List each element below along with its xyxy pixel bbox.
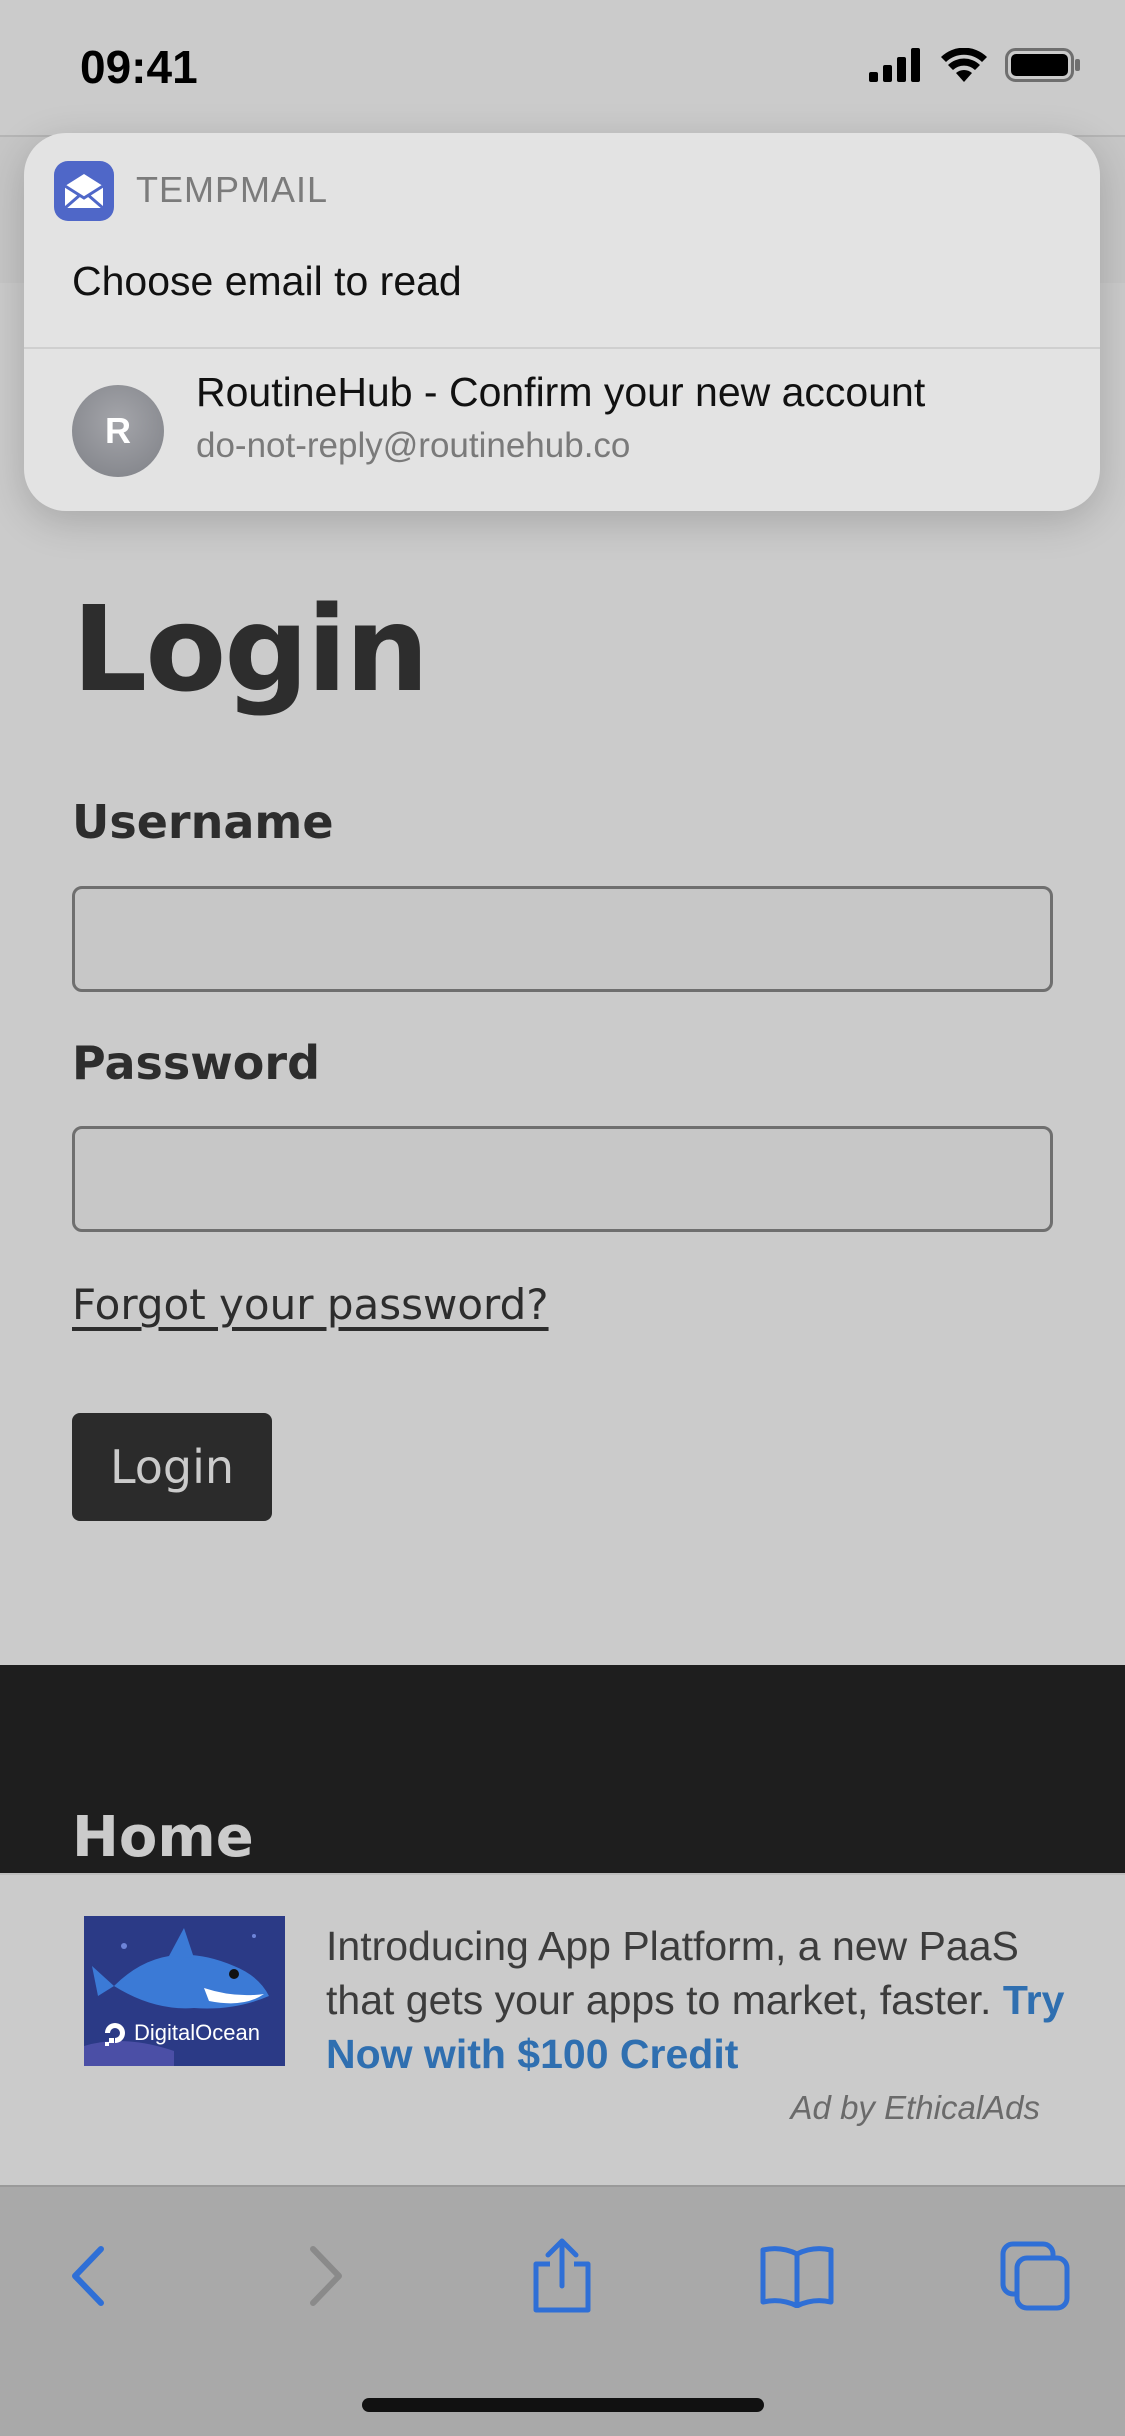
sender-avatar: R	[72, 385, 164, 477]
ad-banner[interactable]: DigitalOcean Introducing App Platform, a…	[0, 1873, 1125, 2185]
notification-app-name: TEMPMAIL	[136, 169, 329, 210]
ad-body: Introducing App Platform, a new PaaS tha…	[326, 1923, 1019, 2023]
share-icon[interactable]	[517, 2231, 607, 2321]
wifi-icon	[941, 48, 987, 82]
signal-icon	[869, 48, 920, 82]
ad-image[interactable]: DigitalOcean	[84, 1916, 285, 2066]
notification-divider	[24, 347, 1100, 349]
password-input[interactable]	[72, 1126, 1053, 1232]
login-button[interactable]: Login	[72, 1413, 272, 1521]
back-icon[interactable]	[42, 2231, 132, 2321]
ad-text: Introducing App Platform, a new PaaS tha…	[326, 1919, 1066, 2081]
status-time: 09:41	[80, 41, 198, 93]
bookmarks-icon[interactable]	[752, 2231, 842, 2321]
notification-title: Choose email to read	[72, 258, 462, 304]
email-sender: do-not-reply@routinehub.co	[196, 426, 631, 465]
username-label: Username	[72, 795, 334, 849]
ad-brand-name: DigitalOcean	[134, 2020, 260, 2045]
status-bar: 09:41	[0, 0, 1125, 135]
ad-credit[interactable]: Ad by EthicalAds	[791, 2089, 1040, 2127]
tabs-icon[interactable]	[990, 2231, 1080, 2321]
footer-home-link[interactable]: Home	[72, 1805, 254, 1870]
password-label: Password	[72, 1036, 320, 1090]
ad-brand: DigitalOcean	[102, 2020, 260, 2046]
page-title: Login	[72, 580, 429, 718]
email-subject[interactable]: RoutineHub - Confirm your new account	[196, 369, 925, 416]
home-indicator[interactable]	[362, 2398, 764, 2412]
battery-icon	[1005, 48, 1080, 82]
forgot-password-link[interactable]: Forgot your password?	[72, 1280, 549, 1329]
site-footer: Home	[0, 1665, 1125, 1875]
username-input[interactable]	[72, 886, 1053, 992]
notification-banner[interactable]: TEMPMAIL Choose email to read R RoutineH…	[24, 133, 1100, 511]
forward-icon[interactable]	[282, 2231, 372, 2321]
envelope-icon	[54, 161, 114, 221]
status-icons	[869, 48, 1081, 82]
digitalocean-logo-icon	[105, 2023, 125, 2046]
